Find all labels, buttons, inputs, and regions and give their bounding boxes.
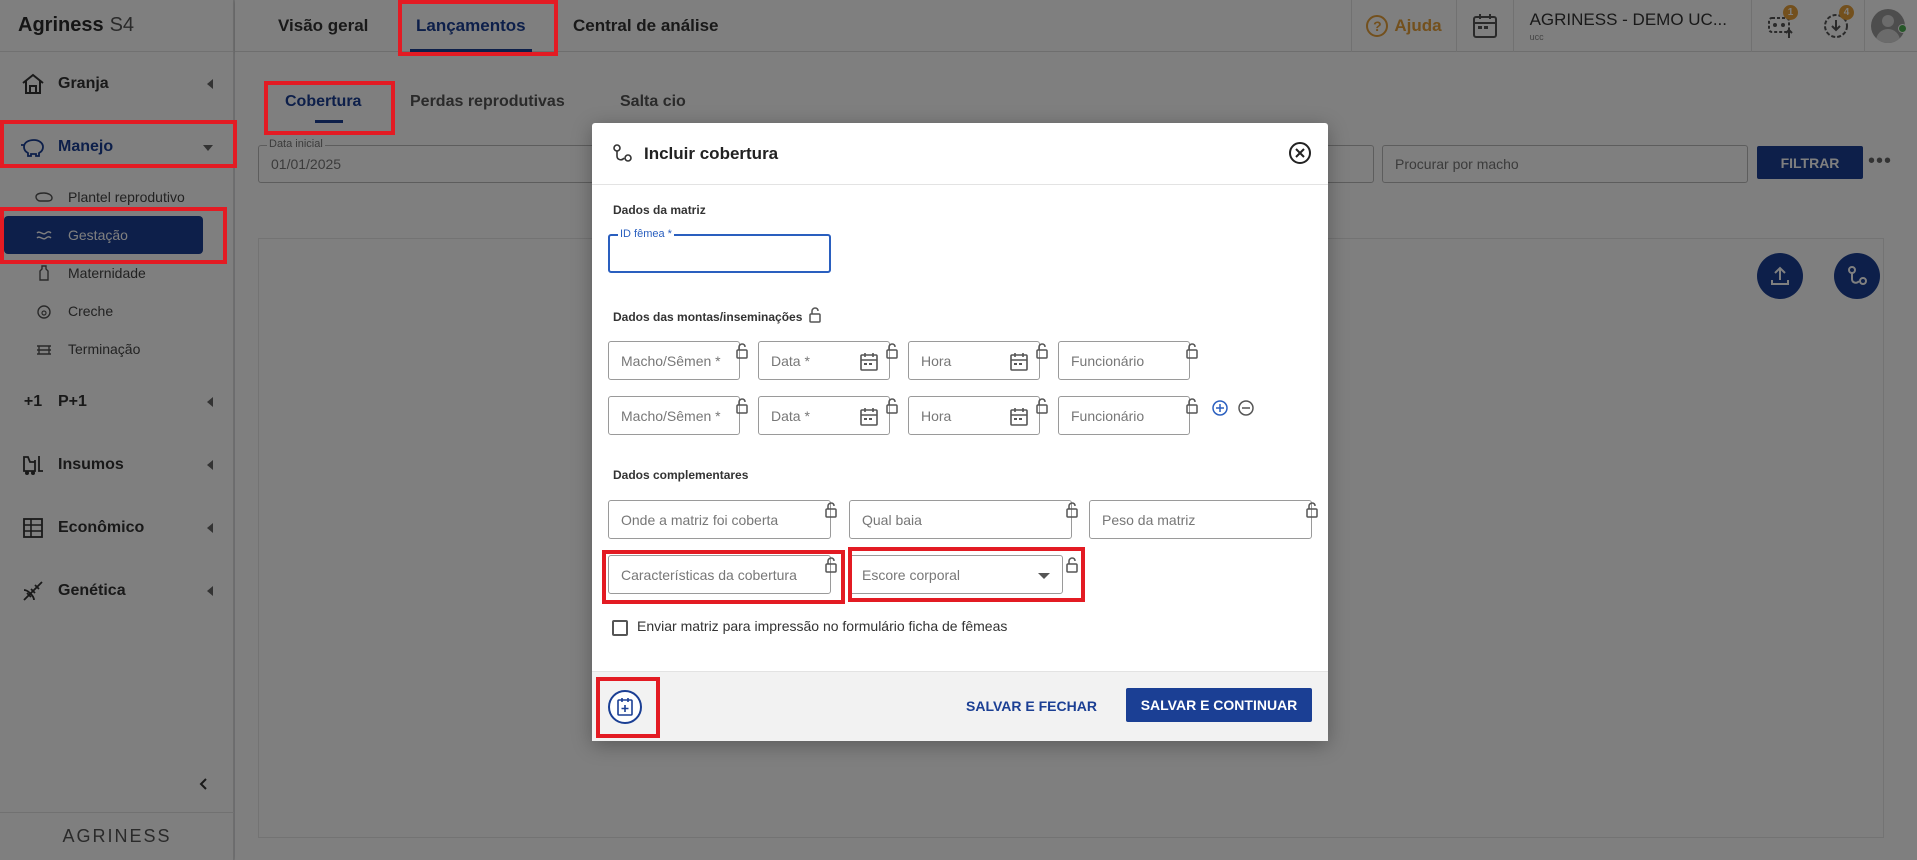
sow-weight-placeholder: Peso da matriz — [1102, 511, 1196, 528]
modal-title: Incluir cobertura — [644, 143, 779, 163]
calendar-icon[interactable] — [859, 352, 879, 372]
where-covered-placeholder: Onde a matriz foi coberta — [621, 511, 779, 528]
body-score-placeholder: Escore corporal — [862, 566, 961, 583]
employee-input[interactable]: Funcionário — [1058, 341, 1190, 380]
lock-open-icon[interactable] — [1305, 502, 1319, 518]
male-semen-placeholder: Macho/Sêmen * — [621, 407, 721, 424]
calendar-icon[interactable] — [859, 407, 879, 427]
employee-placeholder: Funcionário — [1071, 352, 1145, 369]
lock-open-icon[interactable] — [885, 343, 899, 359]
save-close-button[interactable]: SALVAR E FECHAR — [966, 698, 1097, 714]
female-id-label: ID fêmea * — [618, 228, 674, 240]
modal-header: Incluir cobertura — [592, 123, 1328, 185]
sow-weight-input[interactable]: Peso da matriz — [1089, 500, 1312, 539]
lock-open-icon[interactable] — [885, 398, 899, 414]
include-cover-modal: Incluir cobertura Dados da matriz ID fêm… — [592, 123, 1328, 741]
calendar-icon[interactable] — [1009, 407, 1029, 427]
modal-footer: SALVAR E FECHAR SALVAR E CONTINUAR — [592, 671, 1328, 741]
date-placeholder: Data * — [771, 352, 810, 369]
remove-row-icon[interactable] — [1238, 400, 1254, 416]
date-input[interactable]: Data * — [758, 341, 890, 380]
lock-open-icon[interactable] — [808, 307, 822, 323]
hour-input[interactable]: Hora — [908, 341, 1040, 380]
calendar-add-icon — [617, 698, 633, 716]
employee-input-2[interactable]: Funcionário — [1058, 396, 1190, 435]
calendar-add-button[interactable] — [608, 690, 642, 724]
pen-placeholder: Qual baia — [862, 511, 922, 528]
close-icon[interactable] — [1288, 141, 1312, 165]
lock-open-icon[interactable] — [1065, 502, 1079, 518]
lock-open-icon[interactable] — [735, 343, 749, 359]
print-form-label: Enviar matriz para impressão no formulár… — [637, 618, 1008, 634]
date-input-2[interactable]: Data * — [758, 396, 890, 435]
add-row-icon[interactable] — [1212, 400, 1228, 416]
male-semen-input[interactable]: Macho/Sêmen * — [608, 341, 740, 380]
lock-open-icon[interactable] — [824, 557, 838, 573]
section-title-matrix: Dados da matriz — [613, 203, 706, 217]
lock-open-icon[interactable] — [824, 502, 838, 518]
hour-input-2[interactable]: Hora — [908, 396, 1040, 435]
male-semen-placeholder: Macho/Sêmen * — [621, 352, 721, 369]
female-id-input[interactable]: ID fêmea * — [608, 228, 831, 273]
lock-open-icon[interactable] — [1065, 557, 1079, 573]
print-form-checkbox[interactable] — [612, 620, 628, 636]
pen-input[interactable]: Qual baia — [849, 500, 1072, 539]
cover-features-input[interactable]: Características da cobertura — [608, 555, 831, 594]
caret-down-icon — [1038, 573, 1050, 579]
section-title-complementary: Dados complementares — [613, 468, 749, 482]
employee-placeholder: Funcionário — [1071, 407, 1145, 424]
male-semen-input-2[interactable]: Macho/Sêmen * — [608, 396, 740, 435]
save-continue-button[interactable]: SALVAR E CONTINUAR — [1126, 688, 1312, 722]
insemination-icon — [613, 143, 632, 162]
lock-open-icon[interactable] — [1035, 343, 1049, 359]
lock-open-icon[interactable] — [1035, 398, 1049, 414]
hour-placeholder: Hora — [921, 407, 952, 424]
app-root: Agriness S4 Granja Manejo Plantel reprod… — [0, 0, 1917, 860]
hour-placeholder: Hora — [921, 352, 952, 369]
body-score-select[interactable]: Escore corporal — [849, 555, 1063, 594]
cover-features-placeholder: Características da cobertura — [621, 566, 797, 583]
lock-open-icon[interactable] — [1185, 343, 1199, 359]
date-placeholder: Data * — [771, 407, 810, 424]
section-title-montas: Dados das montas/inseminações — [613, 310, 803, 324]
lock-open-icon[interactable] — [735, 398, 749, 414]
lock-open-icon[interactable] — [1185, 398, 1199, 414]
where-covered-input[interactable]: Onde a matriz foi coberta — [608, 500, 831, 539]
calendar-icon[interactable] — [1009, 352, 1029, 372]
